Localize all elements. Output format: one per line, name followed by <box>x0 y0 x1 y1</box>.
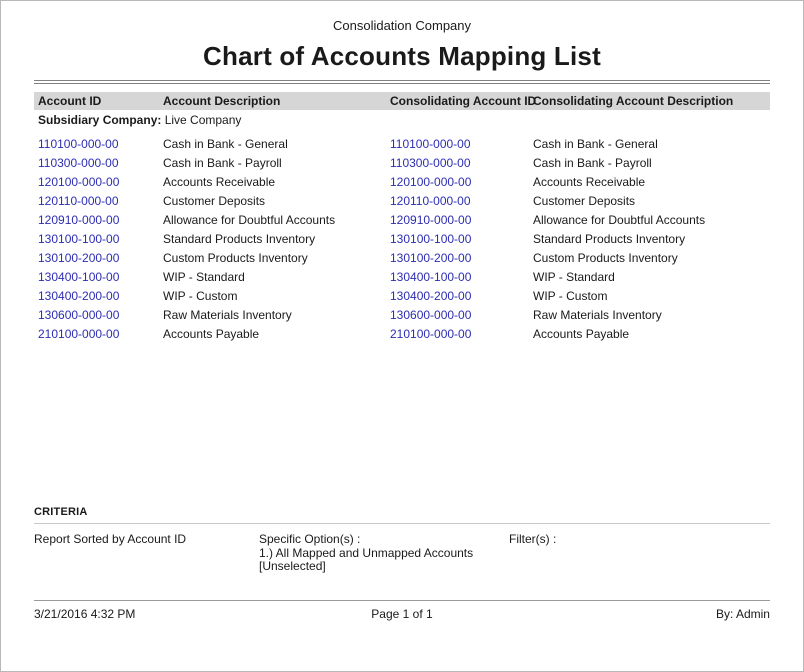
column-header-account-id: Account ID <box>34 92 159 110</box>
criteria-options: Specific Option(s) : 1.) All Mapped and … <box>259 533 509 574</box>
consolidating-account-description-cell: WIP - Custom <box>529 286 770 305</box>
consolidating-account-id-cell[interactable]: 130100-200-00 <box>386 248 529 267</box>
account-id-cell[interactable]: 130100-100-00 <box>34 229 159 248</box>
account-id-cell[interactable]: 110300-000-00 <box>34 153 159 172</box>
account-description-cell: Cash in Bank - Payroll <box>159 153 386 172</box>
criteria-section: CRITERIA Report Sorted by Account ID Spe… <box>34 506 770 574</box>
table-header-row: Account ID Account Description Consolida… <box>34 92 770 110</box>
consolidating-account-id-cell[interactable]: 110100-000-00 <box>386 134 529 153</box>
account-description-cell: Accounts Payable <box>159 324 386 343</box>
specific-option-item: 1.) All Mapped and Unmapped Accounts <box>259 547 509 561</box>
footer-divider <box>34 600 770 601</box>
table-row: 130400-100-00WIP - Standard130400-100-00… <box>34 267 770 286</box>
specific-options-label: Specific Option(s) : <box>259 533 509 547</box>
consolidating-account-id-cell[interactable]: 210100-000-00 <box>386 324 529 343</box>
footer-datetime: 3/21/2016 4:32 PM <box>34 607 277 621</box>
consolidating-account-description-cell: Accounts Receivable <box>529 172 770 191</box>
consolidating-account-id-cell[interactable]: 130400-100-00 <box>386 267 529 286</box>
table-row: 130400-200-00WIP - Custom130400-200-00WI… <box>34 286 770 305</box>
consolidating-account-id-cell[interactable]: 120110-000-00 <box>386 191 529 210</box>
company-name: Consolidation Company <box>34 17 770 34</box>
specific-option-state: [Unselected] <box>259 560 509 574</box>
account-description-cell: Custom Products Inventory <box>159 248 386 267</box>
account-id-cell[interactable]: 120910-000-00 <box>34 210 159 229</box>
title-divider <box>34 80 770 84</box>
table-row: 130600-000-00Raw Materials Inventory1306… <box>34 305 770 324</box>
account-description-cell: WIP - Custom <box>159 286 386 305</box>
table-row: 210100-000-00Accounts Payable210100-000-… <box>34 324 770 343</box>
report-page: Consolidation Company Chart of Accounts … <box>0 0 804 672</box>
table-row: 130100-200-00Custom Products Inventory13… <box>34 248 770 267</box>
column-header-account-description: Account Description <box>159 92 386 110</box>
consolidating-account-description-cell: WIP - Standard <box>529 267 770 286</box>
account-id-cell[interactable]: 110100-000-00 <box>34 134 159 153</box>
consolidating-account-description-cell: Standard Products Inventory <box>529 229 770 248</box>
accounts-table: Account ID Account Description Consolida… <box>34 92 770 343</box>
filters-label: Filter(s) : <box>509 533 770 574</box>
consolidating-account-id-cell[interactable]: 130400-200-00 <box>386 286 529 305</box>
account-id-cell[interactable]: 210100-000-00 <box>34 324 159 343</box>
group-label: Subsidiary Company: <box>38 113 161 127</box>
account-description-cell: Standard Products Inventory <box>159 229 386 248</box>
account-description-cell: Accounts Receivable <box>159 172 386 191</box>
account-description-cell: Allowance for Doubtful Accounts <box>159 210 386 229</box>
account-id-cell[interactable]: 130400-200-00 <box>34 286 159 305</box>
account-id-cell[interactable]: 120110-000-00 <box>34 191 159 210</box>
consolidating-account-id-cell[interactable]: 110300-000-00 <box>386 153 529 172</box>
column-header-consolidating-account-description: Consolidating Account Description <box>529 92 770 110</box>
account-description-cell: WIP - Standard <box>159 267 386 286</box>
table-row: 130100-100-00Standard Products Inventory… <box>34 229 770 248</box>
account-description-cell: Customer Deposits <box>159 191 386 210</box>
consolidating-account-description-cell: Allowance for Doubtful Accounts <box>529 210 770 229</box>
consolidating-account-description-cell: Cash in Bank - General <box>529 134 770 153</box>
consolidating-account-description-cell: Accounts Payable <box>529 324 770 343</box>
consolidating-account-id-cell[interactable]: 120100-000-00 <box>386 172 529 191</box>
table-row: 120100-000-00Accounts Receivable120100-0… <box>34 172 770 191</box>
criteria-sort-text: Report Sorted by Account ID <box>34 533 259 574</box>
criteria-divider <box>34 523 770 524</box>
account-id-cell[interactable]: 120100-000-00 <box>34 172 159 191</box>
table-row: 120110-000-00Customer Deposits120110-000… <box>34 191 770 210</box>
account-description-cell: Raw Materials Inventory <box>159 305 386 324</box>
account-description-cell: Cash in Bank - General <box>159 134 386 153</box>
table-row: 110100-000-00Cash in Bank - General11010… <box>34 134 770 153</box>
footer-page-number: Page 1 of 1 <box>277 607 527 621</box>
table-row: 110300-000-00Cash in Bank - Payroll11030… <box>34 153 770 172</box>
consolidating-account-id-cell[interactable]: 130600-000-00 <box>386 305 529 324</box>
footer-printed-by: By: Admin <box>527 607 770 621</box>
page-title: Chart of Accounts Mapping List <box>34 39 770 73</box>
account-id-cell[interactable]: 130600-000-00 <box>34 305 159 324</box>
consolidating-account-id-cell[interactable]: 130100-100-00 <box>386 229 529 248</box>
consolidating-account-description-cell: Customer Deposits <box>529 191 770 210</box>
consolidating-account-id-cell[interactable]: 120910-000-00 <box>386 210 529 229</box>
criteria-heading: CRITERIA <box>34 506 770 518</box>
group-header-row: Subsidiary Company: Live Company <box>34 110 770 134</box>
account-id-cell[interactable]: 130400-100-00 <box>34 267 159 286</box>
account-id-cell[interactable]: 130100-200-00 <box>34 248 159 267</box>
group-value: Live Company <box>165 113 242 127</box>
accounts-table-body: Subsidiary Company: Live Company 110100-… <box>34 110 770 343</box>
table-row: 120910-000-00Allowance for Doubtful Acco… <box>34 210 770 229</box>
consolidating-account-description-cell: Custom Products Inventory <box>529 248 770 267</box>
consolidating-account-description-cell: Cash in Bank - Payroll <box>529 153 770 172</box>
consolidating-account-description-cell: Raw Materials Inventory <box>529 305 770 324</box>
report-footer: 3/21/2016 4:32 PM Page 1 of 1 By: Admin <box>34 607 770 621</box>
column-header-consolidating-account-id: Consolidating Account ID <box>386 92 529 110</box>
